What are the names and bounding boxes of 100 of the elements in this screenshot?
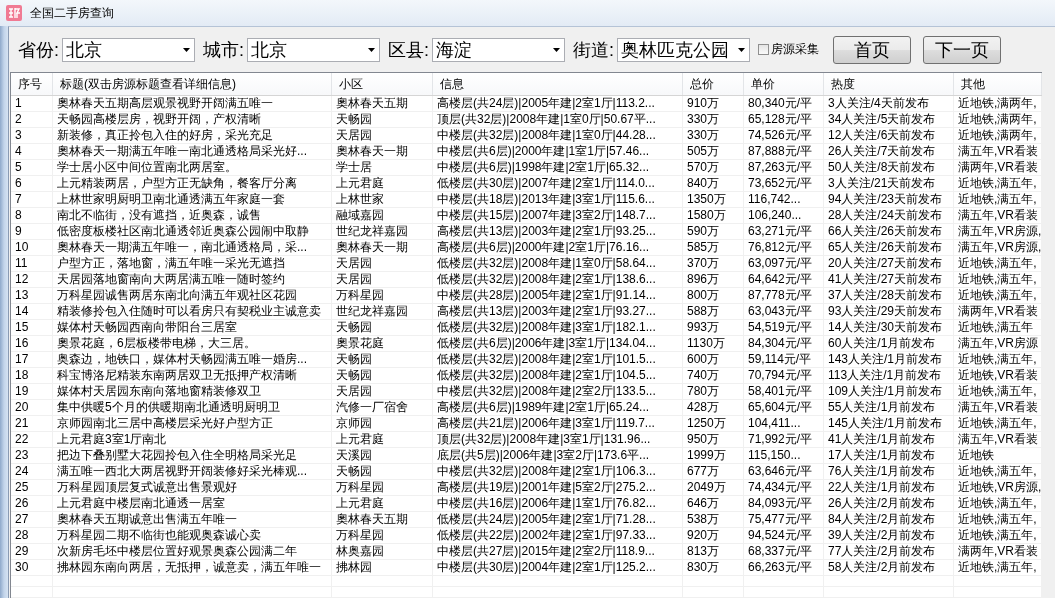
table-cell: 低楼层(共32层)|2008年建|2室1厅|104.5... <box>433 368 683 383</box>
table-cell: 满五年,VR看装 <box>954 208 1042 223</box>
column-header[interactable]: 其他 <box>954 73 1042 95</box>
table-cell: 近地铁,满五年, <box>954 416 1042 431</box>
table-cell: 104,411... <box>744 416 824 431</box>
filter-label: 省份: <box>18 38 59 62</box>
table-cell: 58人关注/2月前发布 <box>824 560 954 575</box>
column-header[interactable]: 小区 <box>332 73 433 95</box>
column-header[interactable]: 单价 <box>744 73 824 95</box>
filter-dropdown[interactable]: 奥林匹克公园 <box>617 37 751 62</box>
table-cell: 115,150... <box>744 448 824 463</box>
table-cell: 50人关注/8天前发布 <box>824 160 954 175</box>
table-cell: 77人关注/2月前发布 <box>824 544 954 559</box>
app-icon <box>6 5 22 21</box>
table-cell: 把边下叠别墅大花园拎包入住全明格局采光足 <box>53 448 332 463</box>
table-cell: 27 <box>11 512 53 527</box>
page-button[interactable]: 首页 <box>833 35 912 64</box>
table-cell: 近地铁 <box>954 448 1042 463</box>
table-cell: 37人关注/28天前发布 <box>824 288 954 303</box>
table-cell: 19 <box>11 384 53 399</box>
table-cell: 世纪龙祥嘉园 <box>332 304 433 319</box>
table-cell: 集中供暖5个月的供暖期南北通透明厨明卫 <box>53 400 332 415</box>
table-cell: 满两年,VR看装 <box>954 304 1042 319</box>
table-cell: 800万 <box>683 288 744 303</box>
table-cell: 低楼层(共24层)|2005年建|2室1厅|71.28... <box>433 512 683 527</box>
column-header[interactable]: 信息 <box>433 73 683 95</box>
table-cell: 高楼层(共24层)|2005年建|2室1厅|113.2... <box>433 96 683 111</box>
table-cell: 14人关注/30天前发布 <box>824 320 954 335</box>
table-cell: 万科星园二期不临街也能观奥森诚心卖 <box>53 528 332 543</box>
table-cell: 近地铁,满五年, <box>954 192 1042 207</box>
filter-label: 城市: <box>203 38 245 62</box>
table-cell: 76,812元/平 <box>744 240 824 255</box>
table-cell: 87,778元/平 <box>744 288 824 303</box>
table-cell: 538万 <box>683 512 744 527</box>
column-header[interactable]: 序号 <box>11 73 53 95</box>
table-cell: 26人关注/7天前发布 <box>824 144 954 159</box>
table-cell: 近地铁,满五年, <box>954 256 1042 271</box>
table-cell: 奧林春天一期 <box>332 144 433 159</box>
dropdown-arrow-icon <box>738 47 746 52</box>
table-cell: 低楼层(共32层)|2008年建|2室1厅|101.5... <box>433 352 683 367</box>
table-cell: 高楼层(共19层)|2001年建|5室2厅|275.2... <box>433 480 683 495</box>
table-cell: 63,043元/平 <box>744 304 824 319</box>
table-cell: 中楼层(共32层)|2008年建|2室1厅|106.3... <box>433 464 683 479</box>
table-cell: 21 <box>11 416 53 431</box>
filter-dropdown[interactable]: 北京 <box>62 37 195 62</box>
checkbox[interactable] <box>758 44 770 55</box>
table-cell: 中楼层(共6层)|1998年建|2室1厅|65.32... <box>433 160 683 175</box>
table-cell: 66,263元/平 <box>744 560 824 575</box>
checkbox-label: 房源采集 <box>771 41 820 58</box>
filter-dropdown[interactable]: 海淀 <box>432 37 566 62</box>
table-cell: 2049万 <box>683 480 744 495</box>
table-cell: 71,992元/平 <box>744 432 824 447</box>
table-cell: 上元君庭 <box>332 496 433 511</box>
table-cell: 近地铁,满五年, <box>954 272 1042 287</box>
table-cell: 1350万 <box>683 192 744 207</box>
table-cell: 近地铁,满五年, <box>954 352 1042 367</box>
table-cell: 满五年,VR看装 <box>954 400 1042 415</box>
table-cell: 113人关注/1月前发布 <box>824 368 954 383</box>
table-cell: 58,401元/平 <box>744 384 824 399</box>
table-cell: 143人关注/1月前发布 <box>824 352 954 367</box>
filter-dropdown[interactable]: 北京 <box>247 37 381 62</box>
table-cell: 3人关注/21天前发布 <box>824 176 954 191</box>
table-cell: 世纪龙祥嘉园 <box>332 224 433 239</box>
page-button[interactable]: 下一页 <box>923 35 1002 64</box>
table-cell: 天居园 <box>332 384 433 399</box>
table-cell: 奧林春天一期 <box>332 240 433 255</box>
table-cell: 天居园 <box>332 272 433 287</box>
filter-label: 区县: <box>388 38 430 62</box>
table-cell: 910万 <box>683 96 744 111</box>
table-cell: 74,526元/平 <box>744 128 824 143</box>
table-cell: 13 <box>11 288 53 303</box>
table-cell: 京师园 <box>332 416 433 431</box>
table-cell: 59,114元/平 <box>744 352 824 367</box>
table-cell: 上元君庭 <box>332 432 433 447</box>
table-cell: 1580万 <box>683 208 744 223</box>
table-cell: 新装修，真正拎包入住的好房，采光充足 <box>53 128 332 143</box>
table-cell: 9 <box>11 224 53 239</box>
table-cell: 840万 <box>683 176 744 191</box>
table-cell: 677万 <box>683 464 744 479</box>
table-cell: 74,434元/平 <box>744 480 824 495</box>
table-cell: 低楼层(共22层)|2002年建|2室1厅|97.33... <box>433 528 683 543</box>
table-cell: 65,128元/平 <box>744 112 824 127</box>
table-cell: 84,304元/平 <box>744 336 824 351</box>
table-cell: 41人关注/27天前发布 <box>824 272 954 287</box>
table-cell: 天畅园 <box>332 112 433 127</box>
table-cell: 590万 <box>683 224 744 239</box>
table-cell: 330万 <box>683 128 744 143</box>
column-header[interactable]: 标题(双击房源标题查看详细信息) <box>53 73 332 95</box>
table-cell: 中楼层(共30层)|2004年建|2室1厅|125.2... <box>433 560 683 575</box>
table-cell: 18 <box>11 368 53 383</box>
table-cell: 780万 <box>683 384 744 399</box>
table-cell: 天居园 <box>332 128 433 143</box>
table-cell: 上元精装两居，户型方正无缺角，餐客厅分离 <box>53 176 332 191</box>
column-header[interactable]: 热度 <box>824 73 954 95</box>
table-cell: 奧林春天五期 <box>332 512 433 527</box>
table-cell: 媒体村天畅园西南向带阳台三居室 <box>53 320 332 335</box>
table-cell: 户型方正，落地窗，满五年唯一采光无遮挡 <box>53 256 332 271</box>
column-header[interactable]: 总价 <box>683 73 744 95</box>
table-cell: 奧林春天五期诚意出售满五年唯一 <box>53 512 332 527</box>
table-cell: 高楼层(共6层)|2000年建|2室1厅|76.16... <box>433 240 683 255</box>
